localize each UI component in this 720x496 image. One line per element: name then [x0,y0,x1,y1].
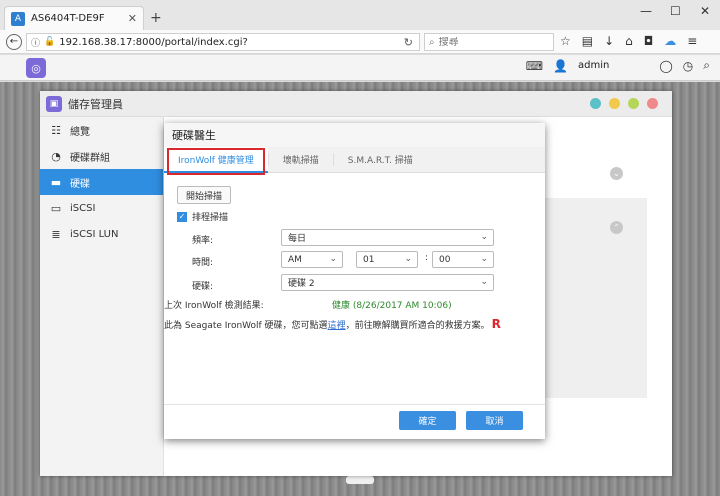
close-window-icon[interactable]: ✕ [700,4,710,18]
ampm-select[interactable]: AM ⌄ [281,251,343,268]
chevron-up-icon[interactable]: ⌃ [610,221,623,234]
here-link[interactable]: 這裡 [328,318,346,331]
info-icon[interactable]: ⓘ [31,36,40,49]
frequency-label: 頻率: [192,236,214,246]
schedule-checkbox[interactable]: ✓ [177,211,187,222]
home-icon[interactable]: ⌂ [625,34,633,48]
tab-bad-block-scan[interactable]: 壞軌掃描 [269,147,333,172]
ok-button[interactable]: 確定 [399,411,456,430]
tab-close-icon[interactable]: ✕ [128,12,137,25]
ironwolf-note: 此為 Seagate IronWolf 硬碟，您可點選 這裡 ，前往瞭解購買所適… [164,317,501,331]
time-colon: : [425,253,429,263]
dashboard-icon[interactable]: ◷ [683,59,693,73]
keyboard-icon[interactable]: ⌨ [526,59,543,73]
disk-detail-panel [545,198,647,398]
sidebar: ☷ 總覽 ◔ 硬碟群組 ▬ 硬碟 ▭ iSCSI ≣ iSCSI LUN [40,117,164,476]
browser-toolbar: ☆ ▤ ↓ ⌂ ◘ ☁ ≡ [560,34,697,48]
sidebar-item-overview[interactable]: ☷ 總覽 [40,117,163,143]
sidebar-item-iscsi-lun[interactable]: ≣ iSCSI LUN [40,221,163,247]
pocket-icon[interactable]: ◘ [644,34,654,48]
server-icon: ▭ [50,201,62,215]
notification-icon[interactable]: ◯ [659,59,672,73]
user-icon[interactable]: 👤 [553,59,568,73]
search-input[interactable] [438,36,539,48]
help-dot[interactable] [590,98,601,109]
drive-icon: ▬ [50,175,62,189]
schedule-label: 排程掃描 [192,213,229,223]
frequency-select[interactable]: 每日 ⌄ [281,229,494,246]
minute-select[interactable]: 00 ⌄ [432,251,494,268]
maximize-dot[interactable] [628,98,639,109]
result-value: 健康 (8/26/2017 AM 10:06) [332,301,452,311]
insecure-lock-icon: 🔓 [44,37,56,47]
schedule-scan-row[interactable]: ✓ 排程掃描 [177,210,228,223]
search-box[interactable]: ⌕ [424,33,554,51]
disk-label: 硬碟: [192,282,214,292]
window-title: 儲存管理員 [68,97,123,111]
highlight-box [167,148,265,175]
sidebar-item-volume[interactable]: ◔ 硬碟群組 [40,143,163,169]
clipboard-icon[interactable]: ▤ [582,34,593,48]
cloud-icon[interactable]: ☁ [664,34,676,48]
browser-navbar: ← ⓘ 🔓 192.168.38.17:8000/portal/index.cg… [0,30,720,54]
nas-topbar: ◎ ⌨ 👤 admin ◯ ◷ ⌕ [0,55,720,81]
minimize-icon[interactable]: — [640,4,652,18]
chevron-down-icon: ⌄ [480,277,488,287]
maximize-icon[interactable]: ☐ [670,4,681,18]
download-icon[interactable]: ↓ [604,34,614,48]
window-controls [590,98,658,109]
chevron-down-icon: ⌄ [480,254,488,264]
storage-manager-icon: ▣ [46,95,62,112]
window-titlebar[interactable]: ▣ 儲存管理員 [40,91,672,117]
back-arrow-icon[interactable]: ← [6,33,22,50]
nas-topbar-right: ⌨ 👤 admin ◯ ◷ ⌕ [526,58,710,73]
close-dot[interactable] [647,98,658,109]
time-label: 時間: [192,258,214,268]
tab-smart-scan[interactable]: S.M.A.R.T. 掃描 [334,147,427,172]
dock-handle[interactable] [346,476,374,484]
nas-app-logo-icon[interactable]: ◎ [26,58,46,78]
disk-select[interactable]: 硬碟 2 ⌄ [281,274,494,291]
chevron-down-icon[interactable]: ⌄ [610,167,623,180]
reload-icon[interactable]: ↻ [404,36,413,49]
username[interactable]: admin [578,60,609,71]
pie-icon: ◔ [51,149,61,163]
hour-select[interactable]: 01 ⌄ [356,251,418,268]
rescue-logo-icon: R [491,317,501,331]
start-scan-button[interactable]: 開始掃描 [177,186,231,204]
result-label: 上次 IronWolf 檢測結果: [164,301,264,311]
address-bar[interactable]: ⓘ 🔓 192.168.38.17:8000/portal/index.cgi?… [26,33,420,51]
database-icon: ≣ [51,227,61,241]
chevron-down-icon: ⌄ [329,254,337,264]
disk-doctor-dialog: 硬碟醫生 IronWolf 健康管理 壞軌掃描 S.M.A.R.T. 掃描 開始… [164,123,545,439]
chevron-down-icon: ⌄ [404,254,412,264]
browser-tab[interactable]: A AS6404T-DE9F ✕ [4,6,144,30]
sidebar-item-disk[interactable]: ▬ 硬碟 [40,169,163,195]
cancel-button[interactable]: 取消 [466,411,523,430]
menu-icon[interactable]: ≡ [687,34,697,48]
chevron-down-icon: ⌄ [480,232,488,242]
minimize-dot[interactable] [609,98,620,109]
browser-tabstrip: A AS6404T-DE9F ✕ + — ☐ ✕ [0,0,720,30]
url-text[interactable]: 192.168.38.17:8000/portal/index.cgi? [59,37,404,48]
list-icon: ☷ [51,123,61,137]
bookmark-star-icon[interactable]: ☆ [560,34,571,48]
tab-title: AS6404T-DE9F [31,13,105,24]
asustor-favicon-icon: A [11,11,25,26]
search-icon[interactable]: ⌕ [703,58,710,73]
search-icon: ⌕ [429,36,435,48]
sidebar-item-iscsi[interactable]: ▭ iSCSI [40,195,163,221]
new-tab-button[interactable]: + [150,10,162,26]
dialog-title: 硬碟醫生 [164,123,545,147]
